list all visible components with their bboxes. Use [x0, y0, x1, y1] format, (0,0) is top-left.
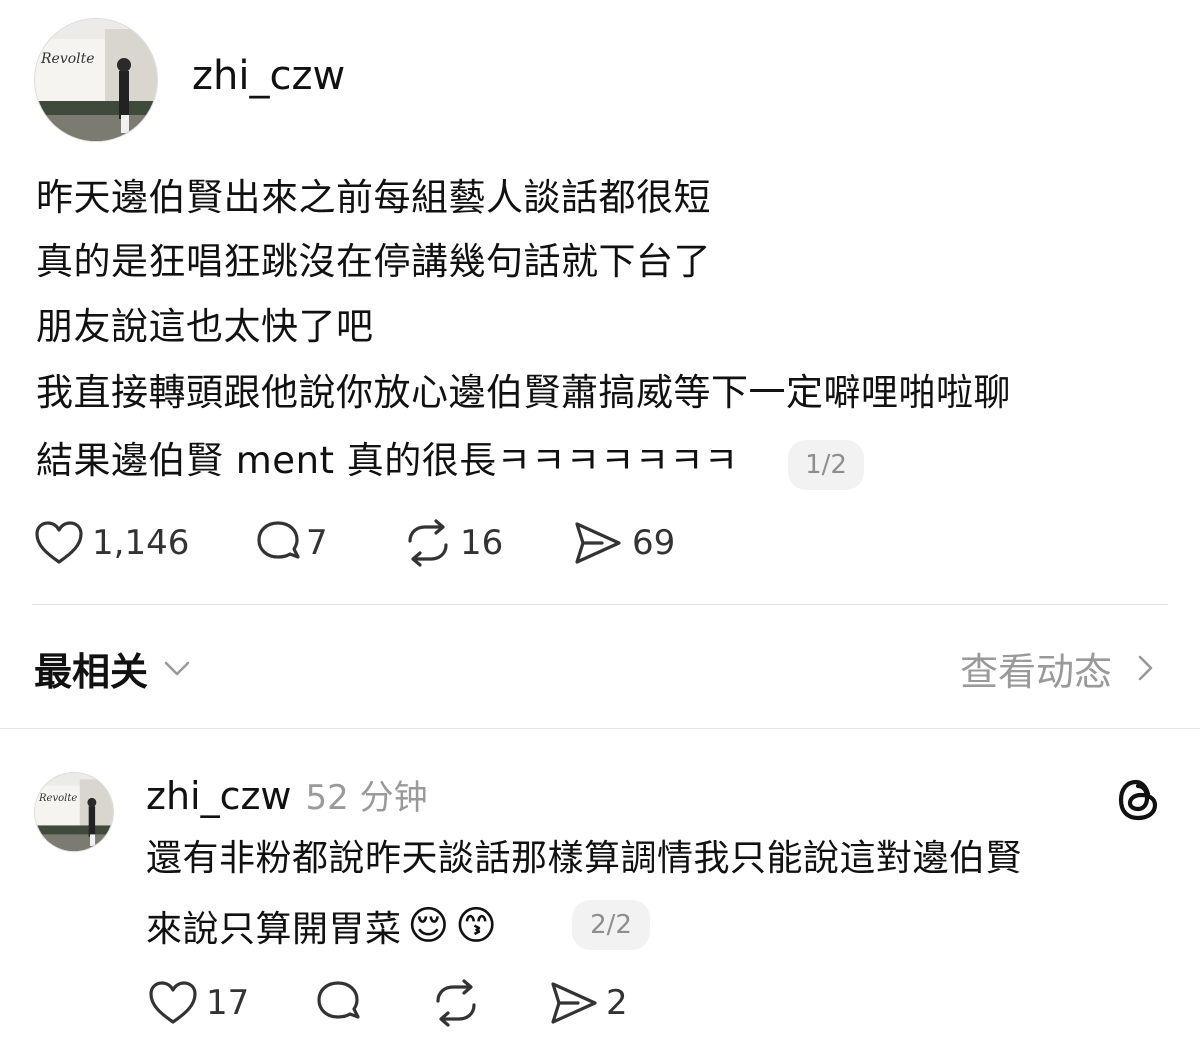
avatar-photo	[35, 773, 113, 851]
comment-icon	[317, 981, 360, 1019]
section-divider	[0, 728, 1200, 729]
reply-comment-button[interactable]	[314, 978, 364, 1028]
post-text-line-1: 昨天邊伯賢出來之前每組藝人談話都很短	[36, 176, 711, 219]
reply-share-count: 2	[606, 983, 628, 1023]
reply-page-badge: 2/2	[572, 900, 650, 950]
avatar-photo	[35, 19, 157, 141]
sort-dropdown[interactable]: 最相关	[34, 642, 194, 694]
reply-header: zhi_czw 52 分钟	[146, 770, 428, 818]
repost-icon	[436, 979, 476, 1027]
reply-timestamp: 52 分钟	[305, 778, 428, 818]
view-activity-link[interactable]: 查看动态	[960, 642, 1160, 694]
share-button[interactable]: 69	[572, 518, 675, 568]
post-text-line-5: 結果邊伯賢 ment 真的很長ㅋㅋㅋㅋㅋㅋㅋ	[36, 439, 739, 482]
post-divider	[32, 604, 1168, 605]
reply-text-line-2: 來說只算開胃菜	[146, 909, 402, 950]
heart-icon	[149, 981, 197, 1024]
reply-text-line-1: 還有非粉都說昨天談話那樣算調情我只能說這對邊伯賢	[146, 838, 1023, 879]
reply-share-button[interactable]: 2	[548, 978, 628, 1028]
sort-label: 最相关	[34, 649, 149, 694]
repost-button[interactable]: 16	[402, 518, 503, 568]
heart-icon	[35, 521, 83, 564]
reply-repost-button[interactable]	[430, 978, 482, 1028]
chevron-down-icon	[164, 661, 190, 676]
comment-count: 7	[306, 523, 328, 563]
like-button[interactable]: 1,146	[34, 518, 189, 568]
threads-logo-icon[interactable]	[1112, 774, 1164, 826]
post-text-line-3: 朋友說這也太快了吧	[36, 305, 374, 348]
post-avatar[interactable]: Revolte	[34, 18, 158, 142]
kissing-face-emoji: 😙	[455, 903, 497, 949]
reply-like-count: 17	[206, 983, 250, 1023]
avatar-text: Revolte	[41, 51, 95, 67]
relieved-face-emoji: 😌	[407, 903, 450, 949]
comment-icon	[257, 521, 300, 559]
comment-button[interactable]: 7	[254, 518, 328, 568]
reply-username[interactable]: zhi_czw	[146, 774, 292, 818]
view-activity-label: 查看动态	[960, 649, 1113, 694]
repost-count: 16	[460, 523, 504, 563]
post-page-badge: 1/2	[788, 440, 864, 490]
chevron-right-icon	[1138, 655, 1153, 681]
reply-text-line-2-row: 來說只算開胃菜 😌 😙	[146, 898, 497, 954]
share-icon	[575, 522, 621, 564]
post-username[interactable]: zhi_czw	[192, 52, 345, 100]
post-text-line-2: 真的是狂唱狂跳沒在停講幾句話就下台了	[36, 240, 711, 283]
like-count: 1,146	[92, 523, 190, 563]
avatar-text: Revolte	[39, 793, 78, 804]
share-icon	[551, 982, 597, 1024]
share-count: 69	[632, 523, 676, 563]
repost-icon	[408, 519, 448, 567]
post-text-line-4: 我直接轉頭跟他說你放心邊伯賢蕭搞威等下一定噼哩啪啦聊	[36, 371, 1011, 414]
reply-like-button[interactable]: 17	[148, 978, 249, 1028]
reply-avatar[interactable]: Revolte	[34, 772, 114, 852]
